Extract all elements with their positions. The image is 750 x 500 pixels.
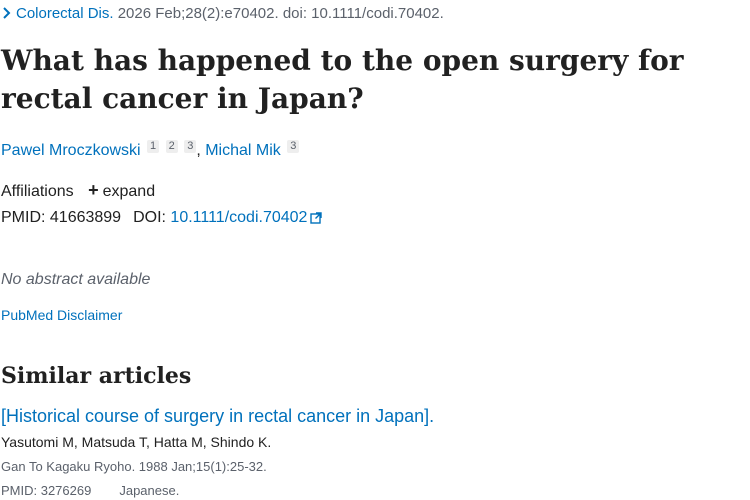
affiliations-row: Affiliations + expand bbox=[1, 180, 155, 202]
article-title: What has happened to the open surgery fo… bbox=[1, 44, 684, 115]
similar-article-authors: Yasutomi M, Matsuda T, Hatta M, Shindo K… bbox=[1, 434, 272, 450]
author-link-mik[interactable]: Michal Mik bbox=[205, 142, 281, 159]
plus-icon: + bbox=[88, 180, 99, 200]
doi-link[interactable]: 10.1111/codi.70402 bbox=[170, 209, 307, 226]
similar-article-pmid-row: PMID: 3276269 Japanese. bbox=[1, 482, 179, 500]
affiliations-label: Affiliations bbox=[1, 183, 74, 200]
affiliations-expand-button[interactable]: + expand bbox=[88, 180, 156, 200]
external-link-icon[interactable] bbox=[310, 210, 323, 230]
citation-details: 2026 Feb;28(2):e70402. doi: 10.1111/codi… bbox=[113, 5, 444, 22]
pubmed-disclaimer-link[interactable]: PubMed Disclaimer bbox=[1, 306, 122, 324]
pmid-label: PMID: bbox=[1, 209, 50, 226]
similar-article-title-link[interactable]: [Historical course of surgery in rectal … bbox=[1, 404, 434, 428]
authors-list: Pawel Mroczkowski 1 2 3, Michal Mik 3 bbox=[1, 140, 300, 162]
similar-articles-heading: Similar articles bbox=[1, 363, 192, 389]
author-link-mroczkowski[interactable]: Pawel Mroczkowski bbox=[1, 142, 141, 159]
similar-article-pmid: PMID: 3276269 bbox=[1, 483, 92, 498]
similar-article-journal: Gan To Kagaku Ryoho. 1988 Jan;15(1):25-3… bbox=[1, 459, 267, 474]
affiliation-ref-3[interactable]: 3 bbox=[184, 140, 197, 153]
expand-label: expand bbox=[102, 183, 156, 200]
pmid-value: 41663899 bbox=[49, 209, 122, 226]
affiliation-ref-2[interactable]: 2 bbox=[165, 140, 178, 153]
chevron-right-icon[interactable] bbox=[2, 4, 16, 24]
affiliation-ref-3b[interactable]: 3 bbox=[287, 140, 300, 153]
affiliation-ref-1[interactable]: 1 bbox=[147, 140, 160, 153]
citation-line: Colorectal Dis. 2026 Feb;28(2):e70402. d… bbox=[2, 4, 444, 24]
similar-article-language: Japanese. bbox=[119, 483, 180, 498]
doi-label: DOI: bbox=[133, 209, 171, 226]
journal-link[interactable]: Colorectal Dis. bbox=[16, 5, 114, 22]
no-abstract-text: No abstract available bbox=[1, 271, 151, 288]
author-separator: , bbox=[196, 142, 206, 159]
identifiers-row: PMID: 41663899 DOI: 10.1111/codi.70402 bbox=[1, 208, 323, 230]
